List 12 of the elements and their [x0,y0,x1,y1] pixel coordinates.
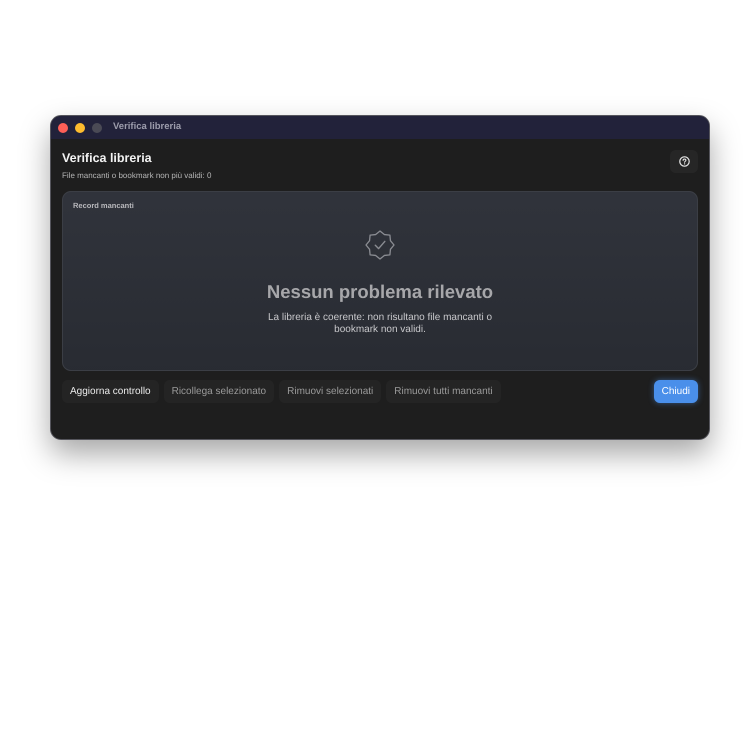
help-icon [678,156,690,167]
dialog-subtitle: File mancanti o bookmark non più validi: 0 [62,171,212,181]
dialog-title: Verifica libreria [62,151,153,166]
empty-state-title: Nessun problema rilevato [266,281,494,303]
help-button[interactable] [670,150,698,173]
window-title: Verifica libreria [113,120,182,134]
minimize-button[interactable] [75,122,85,132]
close-button[interactable] [58,122,68,132]
seal-check-icon [365,230,395,260]
empty-state-message: La libreria è coerente: non risultano file mancanti o bookmark non validi. [266,312,494,336]
close-dialog-button[interactable]: Chiudi [654,380,698,403]
action-button[interactable]: Aggiorna controllo [62,380,159,403]
